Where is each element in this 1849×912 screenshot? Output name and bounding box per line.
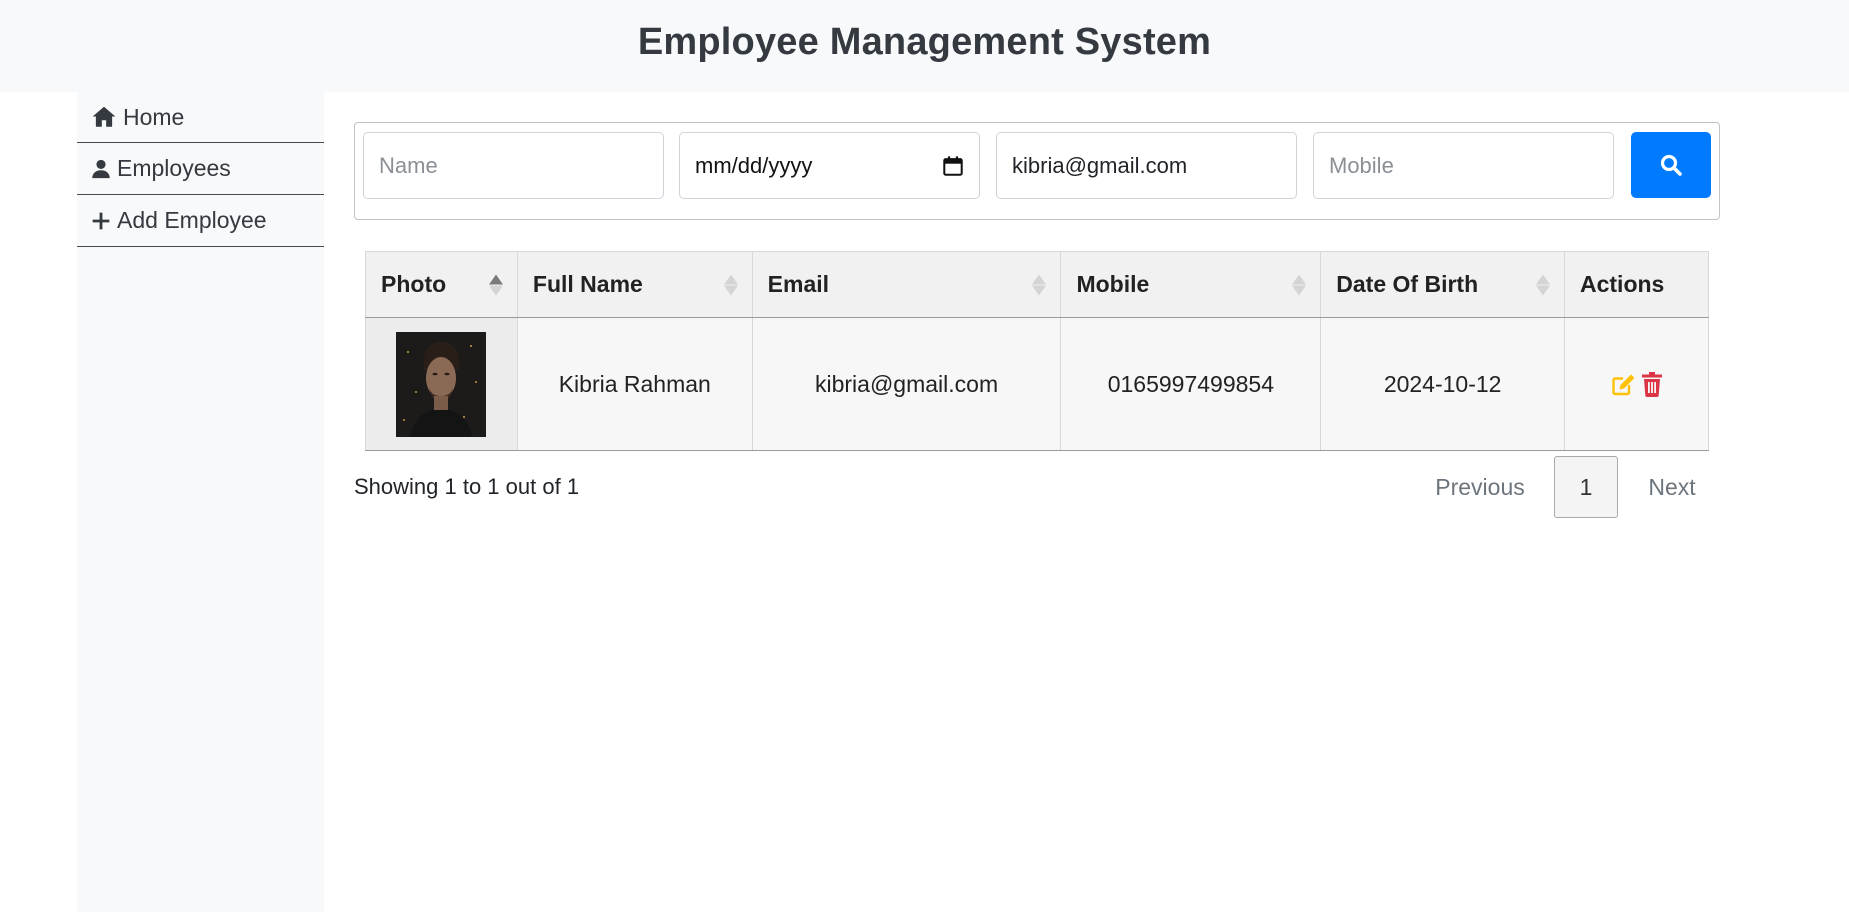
- email-input[interactable]: [1012, 152, 1281, 179]
- sidebar-item-employees[interactable]: Employees: [77, 143, 324, 195]
- sort-icon: [488, 274, 503, 295]
- mobile-field-wrapper: [1313, 132, 1614, 199]
- column-header-photo[interactable]: Photo: [365, 251, 518, 318]
- sidebar-item-label: Home: [123, 103, 185, 130]
- mobile-cell: 0165997499854: [1060, 317, 1322, 451]
- calendar-icon[interactable]: [942, 155, 964, 177]
- column-header-full-name[interactable]: Full Name: [516, 251, 753, 318]
- sidebar-item-label: Add Employee: [117, 207, 267, 233]
- sort-icon: [723, 274, 738, 295]
- sidebar: Home Employees Add Employee: [77, 92, 324, 912]
- page-title: Employee Management System: [637, 20, 1212, 63]
- trash-icon[interactable]: [1641, 371, 1663, 397]
- search-form: mm/dd/yyyy: [354, 122, 1720, 220]
- column-header-date-of-birth[interactable]: Date Of Birth: [1320, 251, 1565, 318]
- date-of-birth-cell: 2024-10-12: [1320, 317, 1565, 451]
- date-of-birth-field[interactable]: mm/dd/yyyy: [679, 132, 980, 199]
- plus-icon: [91, 208, 111, 234]
- name-input[interactable]: [379, 152, 648, 179]
- table-row: Kibria Rahman kibria@gmail.com 016599749…: [365, 317, 1709, 451]
- sidebar-item-home[interactable]: Home: [77, 92, 324, 143]
- full-name-cell: Kibria Rahman: [516, 317, 753, 451]
- next-button[interactable]: Next: [1632, 456, 1712, 518]
- mobile-input[interactable]: [1329, 152, 1598, 179]
- home-icon: [91, 104, 117, 130]
- edit-icon[interactable]: [1611, 372, 1637, 396]
- app-header: Employee Management System: [0, 0, 1849, 92]
- column-header-email[interactable]: Email: [751, 251, 1062, 318]
- sidebar-item-label: Employees: [117, 155, 231, 181]
- table-header-row: Photo Full Name Email Mobile Date Of Bir…: [365, 251, 1709, 318]
- sidebar-item-add-employee[interactable]: Add Employee: [77, 195, 324, 247]
- employee-photo: [396, 331, 487, 437]
- email-field-wrapper: [996, 132, 1297, 199]
- pagination-info: Showing 1 to 1 out of 1: [354, 474, 580, 499]
- photo-cell: [365, 317, 518, 451]
- search-button[interactable]: [1631, 132, 1711, 198]
- column-header-actions: Actions: [1564, 251, 1709, 318]
- date-placeholder: mm/dd/yyyy: [695, 152, 813, 178]
- previous-button[interactable]: Previous: [1420, 456, 1540, 518]
- actions-cell: [1564, 317, 1709, 451]
- name-field-wrapper: [363, 132, 664, 199]
- sort-icon: [1536, 274, 1550, 295]
- search-icon: [1659, 153, 1683, 177]
- sort-icon: [1292, 274, 1307, 295]
- user-icon: [91, 156, 111, 182]
- column-header-mobile[interactable]: Mobile: [1060, 251, 1322, 318]
- employee-table: Photo Full Name Email Mobile Date Of Bir…: [365, 251, 1709, 451]
- sort-icon: [1032, 274, 1047, 295]
- page-button-1[interactable]: 1: [1554, 456, 1618, 518]
- email-cell: kibria@gmail.com: [751, 317, 1062, 451]
